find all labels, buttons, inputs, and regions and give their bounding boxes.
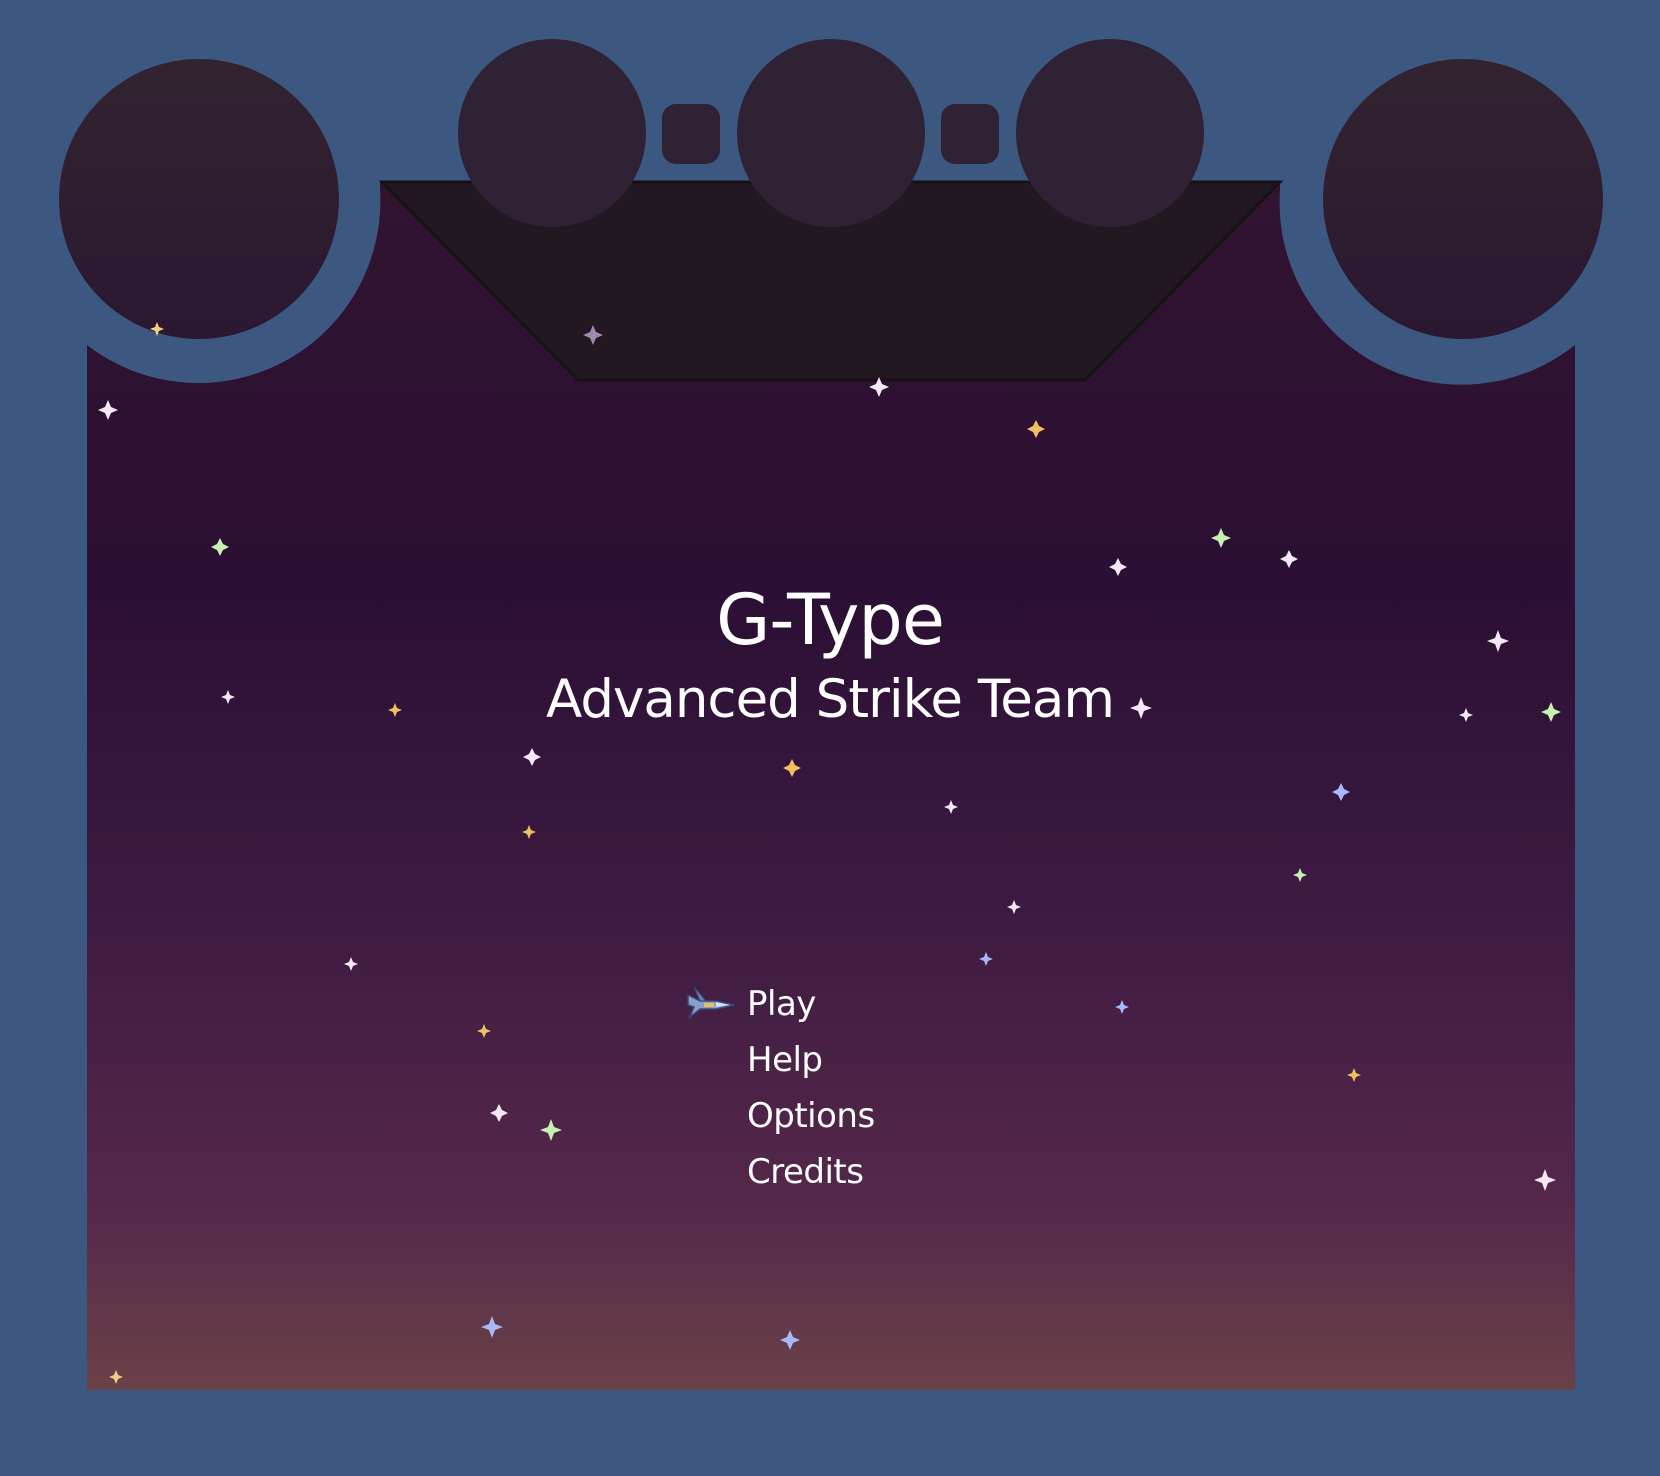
top-pod-1: [458, 39, 646, 227]
top-pod-2: [737, 39, 925, 227]
top-connector-1: [662, 104, 720, 164]
game-subtitle: Advanced Strike Team: [546, 669, 1115, 730]
game-title: G-Type: [716, 579, 945, 661]
right-pod: [1323, 59, 1603, 339]
top-connector-2: [941, 104, 999, 164]
menu-item-options[interactable]: Options: [747, 1088, 875, 1144]
top-pod-3: [1016, 39, 1204, 227]
menu-item-play[interactable]: Play: [747, 976, 875, 1032]
menu-item-credits[interactable]: Credits: [747, 1144, 875, 1200]
menu-item-help[interactable]: Help: [747, 1032, 875, 1088]
main-menu: Play Help Options Credits: [747, 976, 875, 1200]
left-pod: [59, 59, 339, 339]
space-scene: [0, 0, 1660, 1476]
spaceship-icon: [687, 986, 735, 1020]
game-screen: G-Type Advanced Strike Team Play Help Op…: [0, 0, 1660, 1476]
